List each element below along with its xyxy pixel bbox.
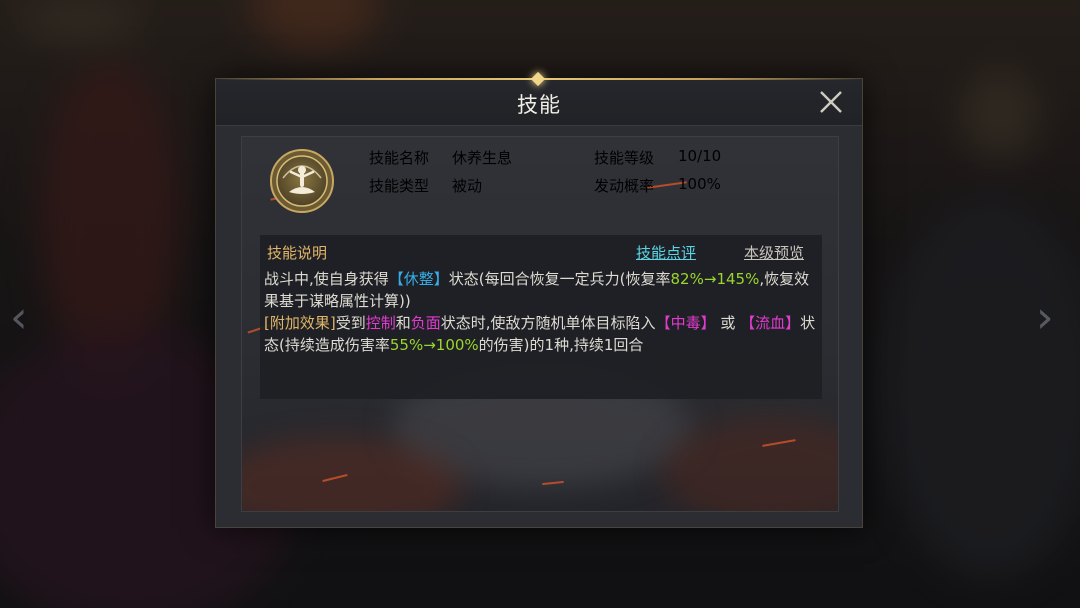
description-title: 技能说明 [267, 244, 328, 262]
skill-description-box: 技能说明 技能点评 本级预览 战斗中,使自身获得【休整】状态(每回合恢复一定兵力… [260, 235, 822, 399]
desc-text-segment: 受到 [335, 314, 366, 332]
desc-text-segment: 状态(每回合恢复一定兵力(恢复率 [448, 270, 671, 288]
level-preview-link[interactable]: 本级预览 [744, 242, 804, 263]
prev-arrow-icon: ‹ [10, 292, 28, 343]
skill-review-link[interactable]: 技能点评 [636, 242, 696, 263]
skill-name-label: 技能名称 [369, 149, 430, 167]
meditation-icon [270, 149, 334, 213]
skill-type-value: 被动 [452, 177, 483, 195]
poison-status-tag: 【中毒】 [655, 314, 716, 332]
arrow-glyph: → [423, 336, 436, 354]
desc-text-segment: 和 [395, 314, 411, 332]
skill-content-panel: 技能名称 休养生息 技能等级 10/10 技能类型 被动 发动概率 100% 技… [241, 136, 839, 512]
skill-name-value: 休养生息 [452, 149, 513, 167]
arrow-glyph: → [703, 270, 717, 288]
desc-text-segment: 状态时,使敌方随机单体目标陷入 [440, 314, 656, 332]
dialog-title: 技能 [517, 93, 561, 117]
skill-icon [269, 148, 335, 214]
damage-rate-from: 55% [389, 336, 424, 354]
damage-rate-to: 100% [435, 336, 479, 354]
bleed-status-tag: 【流血】 [740, 314, 801, 332]
recovery-rate-from: 82% [670, 270, 704, 288]
desc-text-segment: 的伤害)的1种,持续1回合 [478, 336, 644, 354]
dialog-header: 技能 [216, 71, 862, 126]
desc-text-segment: 或 [715, 314, 741, 332]
close-button[interactable] [816, 87, 846, 117]
extra-effect-tag: [附加效果] [264, 314, 336, 332]
desc-text-segment: 战斗中,使自身获得 [264, 270, 389, 288]
skill-type-label: 技能类型 [369, 177, 430, 195]
skill-level-label: 技能等级 [594, 149, 655, 167]
recovery-rate-to: 145% [716, 270, 760, 288]
skill-dialog: 技能 技能名称 休养生息 技能等级 10/10 技能类型 被动 发动概率 100… [215, 71, 863, 528]
trigger-rate-value: 100% [678, 175, 721, 193]
negative-keyword: 负面 [410, 314, 441, 332]
description-text: 战斗中,使自身获得【休整】状态(每回合恢复一定兵力(恢复率82%→145%,恢复… [264, 268, 818, 356]
next-arrow-icon: › [1036, 292, 1054, 343]
control-keyword: 控制 [365, 314, 396, 332]
trigger-rate-label: 发动概率 [594, 177, 655, 195]
close-icon [820, 91, 842, 113]
rest-status-tag: 【休整】 [388, 270, 449, 288]
skill-level-value: 10/10 [678, 147, 722, 165]
